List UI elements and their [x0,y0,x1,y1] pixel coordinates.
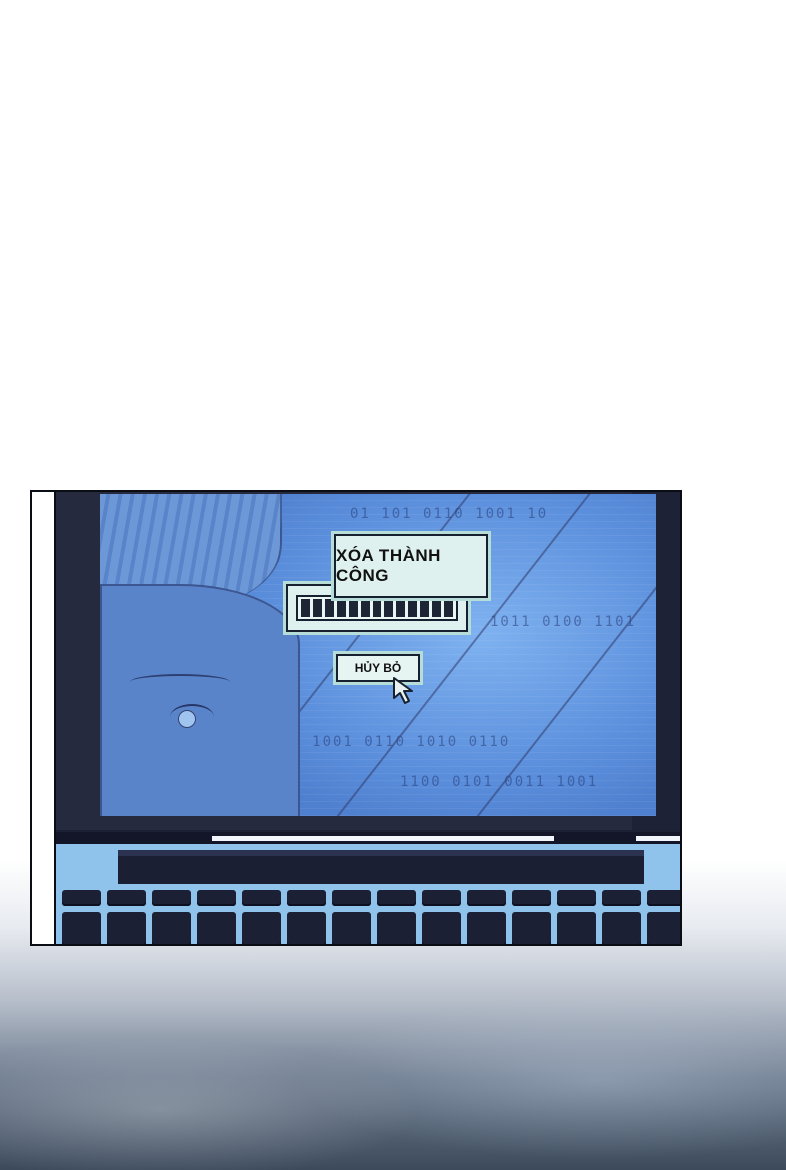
keyboard-row [56,912,680,944]
progress-segment [384,599,394,617]
keyboard-key [422,912,461,944]
keyboard-key [467,890,506,906]
keyboard-key [377,890,416,906]
keyboard-key [62,912,101,944]
keyboard-row [56,890,680,906]
progress-segment [348,599,358,617]
keyboard-key [242,912,281,944]
success-dialog: XÓA THÀNH CÔNG [334,534,488,598]
keyboard-key [62,890,101,906]
cancel-button-label: HỦY BỎ [354,661,402,675]
hinge-highlight [212,836,554,841]
progress-segment [336,599,346,617]
keyboard-hinge-slot [118,850,644,884]
keyboard-key [602,912,641,944]
keyboard-key [242,890,281,906]
success-message: XÓA THÀNH CÔNG [336,546,441,585]
background-code: 1011 0100 1101 [490,614,637,630]
keyboard-key [377,912,416,944]
keyboard-key [557,890,596,906]
background-code: 01 101 0110 1001 10 [350,506,549,522]
character-brow [130,674,230,690]
keyboard-key [332,912,371,944]
background-code: 1100 0101 0011 1001 [400,774,599,790]
keyboard-key [332,890,371,906]
keyboard-key [512,912,551,944]
hinge-highlight [636,836,680,841]
panel-left-margin [32,492,56,944]
keyboard-key [287,912,326,944]
progress-segment [372,599,382,617]
progress-segment [312,599,322,617]
progress-segment [396,599,406,617]
progress-segment [420,599,430,617]
keyboard-key [197,890,236,906]
keyboard-key [647,890,680,906]
progress-segment [444,599,453,617]
progress-bar [296,595,458,621]
background-glow [0,960,786,1170]
comic-panel: 01 101 0110 1001 10 1011 0100 1101 0110 … [30,490,682,946]
keyboard-key [512,890,551,906]
keyboard-key [152,912,191,944]
progress-segment [324,599,334,617]
progress-segment [360,599,370,617]
keyboard-key [107,912,146,944]
character-iris [178,710,196,728]
keyboard-key [602,890,641,906]
keyboard-key [107,890,146,906]
keyboard-key [287,890,326,906]
character-reflection [100,584,300,816]
progress-segment [432,599,442,617]
keyboard-key [422,890,461,906]
keyboard-key [647,912,680,944]
keyboard-key [467,912,506,944]
keyboard-key [197,912,236,944]
laptop-screen: 01 101 0110 1001 10 1011 0100 1101 0110 … [100,494,656,816]
keyboard-key [557,912,596,944]
laptop-bezel: 01 101 0110 1001 10 1011 0100 1101 0110 … [56,492,680,830]
keyboard-key [152,890,191,906]
progress-segment [301,599,310,617]
mouse-pointer-icon [393,677,413,704]
progress-segment [408,599,418,617]
